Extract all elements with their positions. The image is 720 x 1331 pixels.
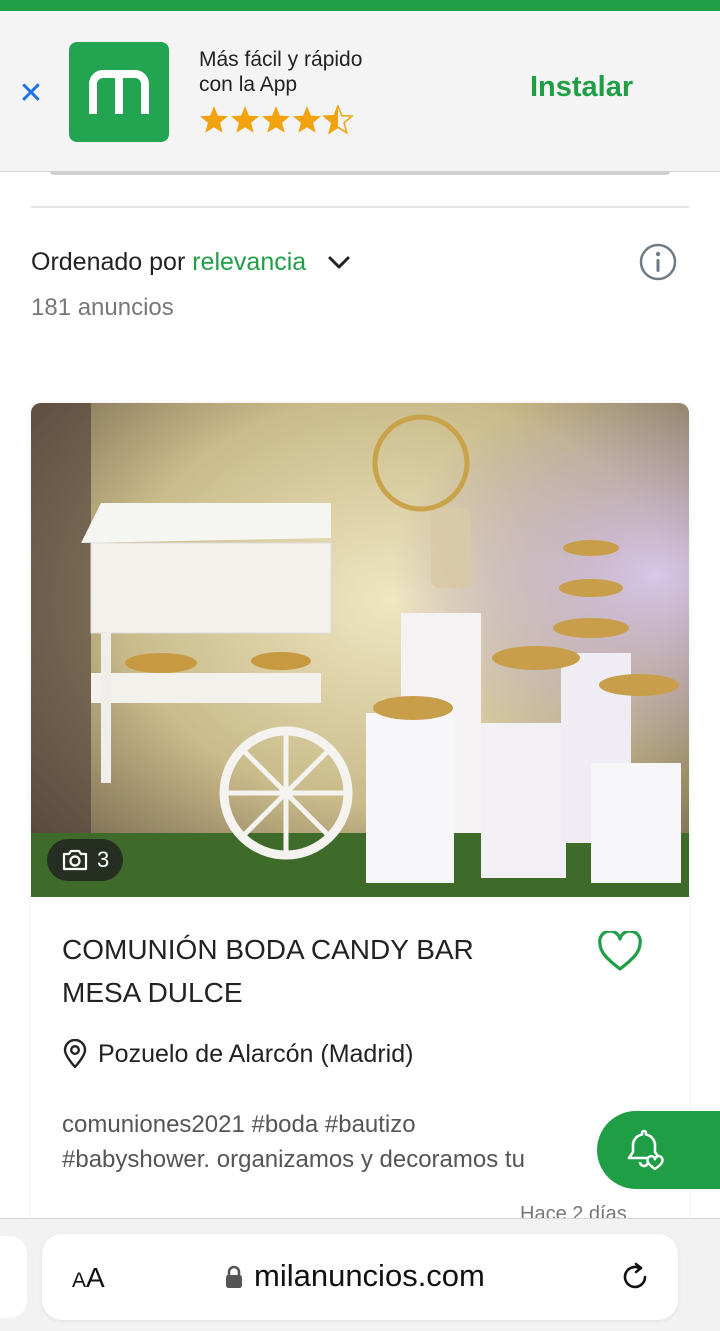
chevron-down-icon[interactable]: [327, 245, 351, 281]
star-rating-icon: [200, 105, 353, 134]
address-bar[interactable]: AA milanuncios.com: [42, 1234, 678, 1320]
aa-big: A: [86, 1262, 105, 1293]
listing-location: Pozuelo de Alarcón (Madrid): [62, 1039, 413, 1069]
install-button[interactable]: Instalar: [530, 71, 633, 104]
promo-line-2: con la App: [199, 73, 298, 96]
m-logo-icon: [89, 70, 149, 114]
sort-prefix: Ordenado por: [31, 248, 186, 276]
search-bar-edge: [50, 171, 670, 175]
listing-description: comuniones2021 #boda #bautizo #babyshowe…: [62, 1107, 682, 1177]
info-icon[interactable]: [638, 242, 678, 282]
previous-tab-edge[interactable]: [0, 1236, 27, 1318]
listing-photo[interactable]: 3: [31, 403, 689, 897]
reader-settings-button[interactable]: AA: [72, 1262, 105, 1294]
location-text: Pozuelo de Alarcón (Madrid): [98, 1039, 414, 1068]
photo-count: 3: [97, 847, 110, 872]
sort-selector[interactable]: Ordenado por relevancia: [31, 244, 351, 280]
camera-icon: [62, 849, 88, 871]
aa-small: A: [72, 1269, 87, 1292]
close-icon[interactable]: ✕: [16, 79, 46, 109]
results-count: 181 anuncios: [31, 294, 174, 321]
location-pin-icon: [63, 1039, 87, 1069]
title-line-2: MESA DULCE: [62, 977, 243, 1008]
divider: [31, 206, 689, 208]
browser-toolbar: AA milanuncios.com: [0, 1218, 720, 1331]
reload-icon[interactable]: [619, 1261, 651, 1298]
app-promo-text: Más fácil y rápido con la App: [199, 47, 439, 97]
listing-card[interactable]: 3 COMUNIÓN BODA CANDY BAR MESA DULCE Poz…: [31, 403, 689, 1233]
desc-line-2: #babyshower. organizamos y decoramos tu: [62, 1146, 525, 1173]
app-logo: [69, 42, 169, 142]
candy-bar-photo: [31, 403, 689, 897]
heart-icon[interactable]: [597, 929, 643, 973]
create-alert-button[interactable]: [597, 1111, 720, 1189]
top-accent-bar: [0, 0, 720, 11]
url-domain[interactable]: milanuncios.com: [254, 1258, 485, 1294]
listing-title[interactable]: COMUNIÓN BODA CANDY BAR MESA DULCE: [62, 928, 572, 1014]
title-line-1: COMUNIÓN BODA CANDY BAR: [62, 934, 474, 965]
lock-icon: [224, 1264, 244, 1295]
sort-value[interactable]: relevancia: [192, 248, 306, 276]
bell-heart-icon: [627, 1129, 664, 1171]
rating-stars: [199, 105, 355, 135]
promo-line-1: Más fácil y rápido: [199, 48, 363, 71]
photo-count-badge: 3: [47, 839, 124, 881]
app-install-banner: ✕ Más fácil y rápido con la App Instalar: [0, 11, 720, 172]
desc-line-1: comuniones2021 #boda #bautizo: [62, 1111, 416, 1138]
